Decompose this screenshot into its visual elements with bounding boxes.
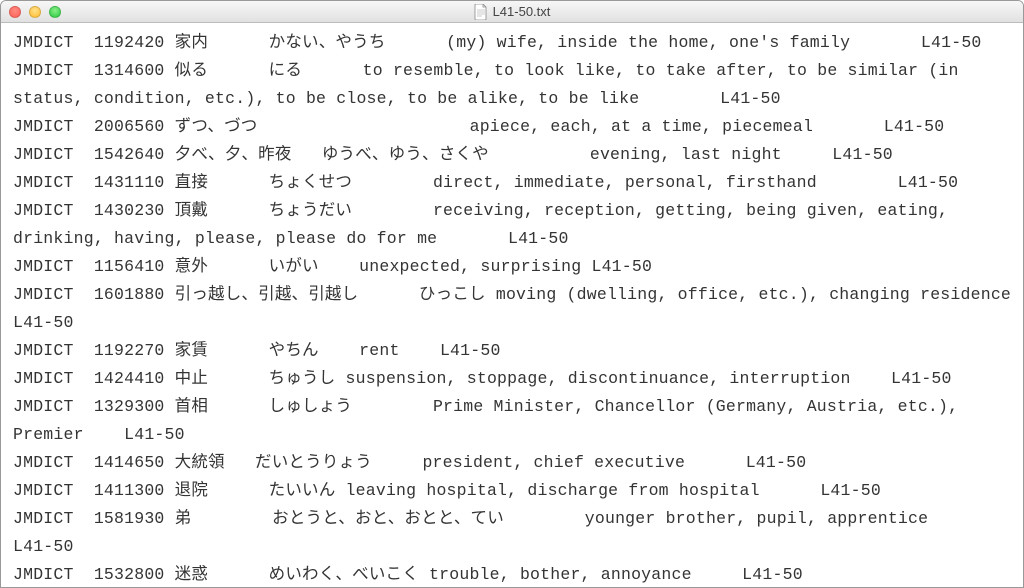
window-title: L41-50.txt [1, 4, 1023, 20]
close-icon[interactable] [9, 6, 21, 18]
minimize-icon[interactable] [29, 6, 41, 18]
text-editor-window: L41-50.txt JMDICT 1192420 家内 かない、やうち (my… [0, 0, 1024, 588]
traffic-lights [9, 6, 61, 18]
text-content[interactable]: JMDICT 1192420 家内 かない、やうち (my) wife, ins… [1, 23, 1023, 587]
titlebar[interactable]: L41-50.txt [1, 1, 1023, 23]
document-icon [474, 4, 488, 20]
zoom-icon[interactable] [49, 6, 61, 18]
title-text: L41-50.txt [493, 4, 551, 19]
